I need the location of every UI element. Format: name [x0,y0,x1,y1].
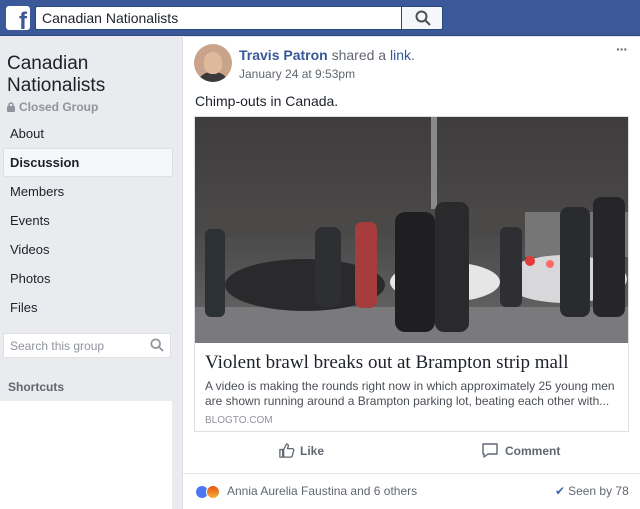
shortcuts-heading: Shortcuts [8,380,65,394]
author-name[interactable]: Travis Patron [239,47,328,63]
sidebar-item-events[interactable]: Events [3,206,173,235]
like-button[interactable]: Like [278,435,338,467]
like-label: Like [300,444,325,458]
comment-label: Comment [505,444,561,458]
seen-label: Seen by 78 [568,484,629,498]
sidebar-item-videos[interactable]: Videos [3,235,173,264]
post-actions: Like Comment [194,435,629,467]
post-footer: Annia Aurelia Faustina and 6 others ✔ See… [183,473,640,509]
search-icon [415,10,431,26]
reacted-names[interactable]: Annia Aurelia Faustina and 6 others [227,484,417,498]
link-preview[interactable]: Violent brawl breaks out at Brampton str… [194,116,629,432]
group-sidebar: Canadian Nationalists Closed Group About… [0,37,182,509]
shared-link[interactable]: link [390,47,411,63]
feed-post: Travis Patron shared a link. January 24 … [182,37,640,509]
author-avatar[interactable] [194,44,232,82]
shortcuts-panel [0,401,172,509]
group-name[interactable]: Canadian Nationalists [7,53,177,97]
checkmark-icon: ✔ [555,484,566,498]
comment-button[interactable]: Comment [481,435,571,467]
search-button[interactable] [401,6,443,30]
shared-text: shared a [331,47,387,63]
link-title[interactable]: Violent brawl breaks out at Brampton str… [205,352,568,374]
more-options-icon[interactable]: ··· [616,41,628,57]
sidebar-item-photos[interactable]: Photos [3,264,173,293]
group-search [3,333,171,358]
period: . [410,47,415,63]
facebook-logo-icon[interactable]: f [6,6,30,30]
reaction-icons[interactable] [195,485,223,499]
comment-icon [482,443,498,458]
thumbs-up-icon [279,443,295,458]
group-type-label: Closed Group [19,100,99,114]
lock-icon [7,101,15,112]
post-header: Travis Patron shared a link. [239,47,415,63]
group-privacy: Closed Group [7,100,98,114]
seen-by[interactable]: ✔ Seen by 78 [555,484,629,498]
group-nav: About Discussion Members Events Videos P… [3,119,173,322]
sidebar-item-about[interactable]: About [3,119,173,148]
search-icon[interactable] [150,338,164,352]
sidebar-item-files[interactable]: Files [3,293,173,322]
angry-reaction-icon [206,485,220,499]
post-text: Chimp-outs in Canada. [195,93,339,109]
search-input[interactable]: Canadian Nationalists [35,6,401,30]
sidebar-item-discussion[interactable]: Discussion [3,148,173,177]
link-description: A video is making the rounds right now i… [205,379,615,408]
link-preview-image[interactable] [195,117,628,343]
avatar-face [204,52,222,74]
group-search-input[interactable] [10,339,140,353]
post-timestamp[interactable]: January 24 at 9:53pm [239,67,355,81]
link-domain: BLOGTO.COM [205,415,273,426]
sidebar-item-members[interactable]: Members [3,177,173,206]
top-bar: f Canadian Nationalists [0,0,640,36]
